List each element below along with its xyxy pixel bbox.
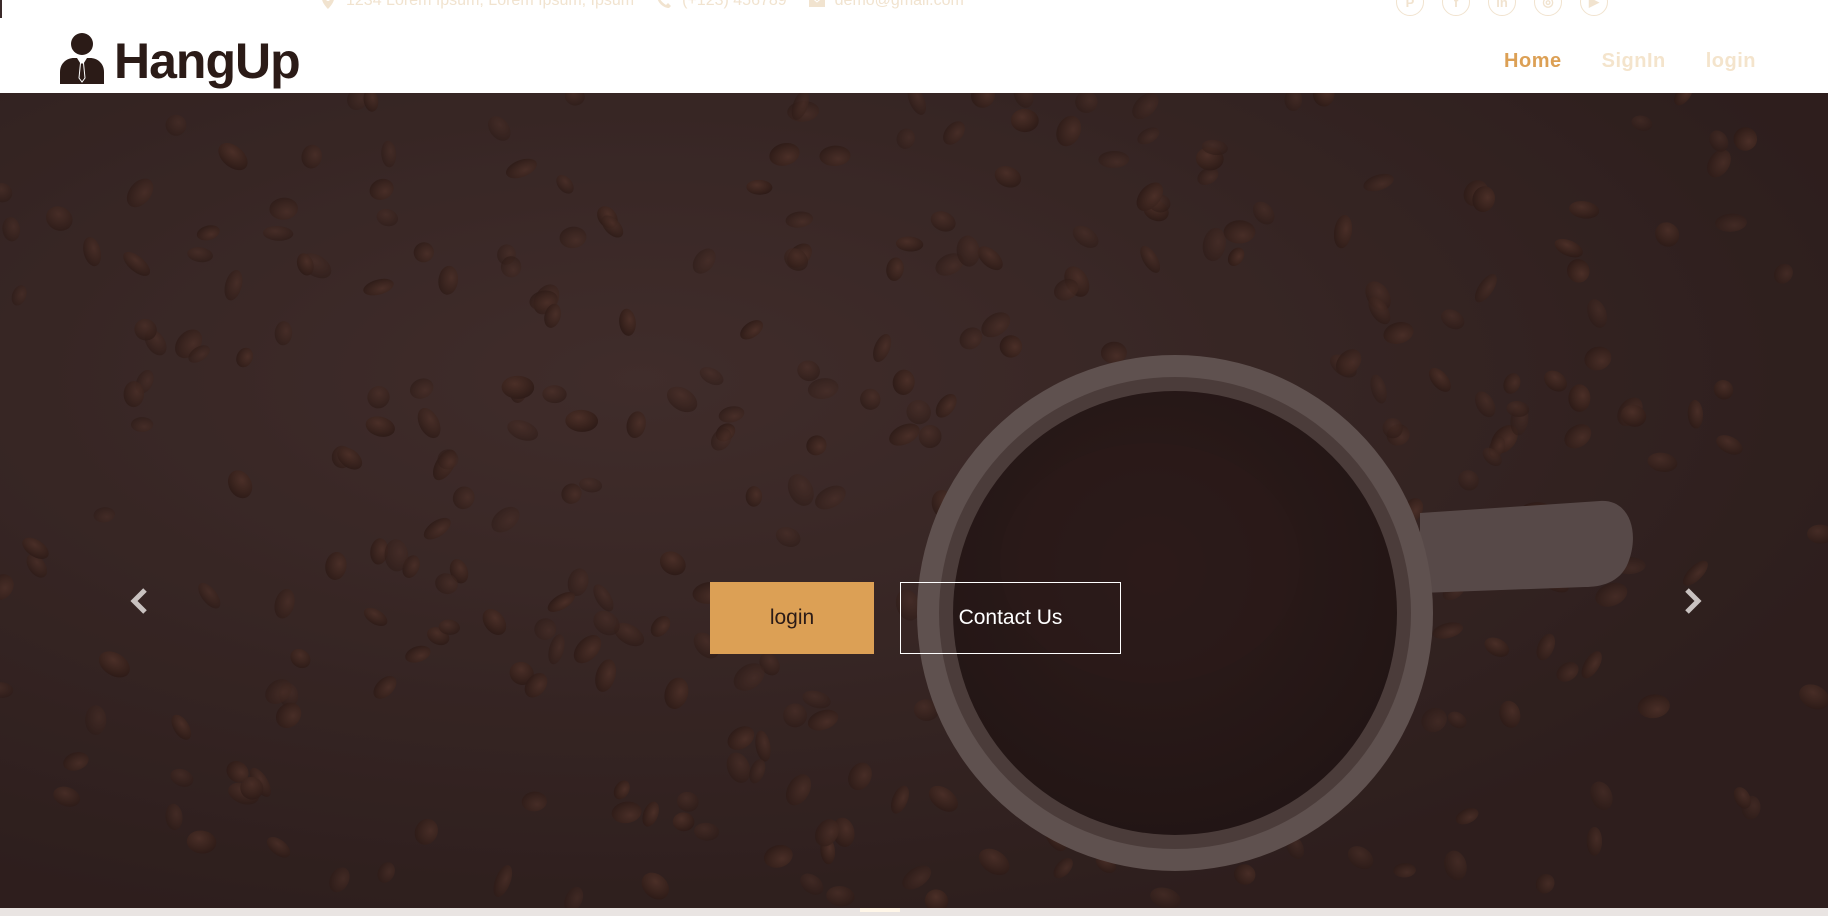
envelope-icon — [808, 0, 825, 9]
email-item: demo@gmail.com — [808, 0, 964, 10]
youtube-icon[interactable]: ▶ — [1580, 0, 1608, 16]
carousel-next-button[interactable] — [1678, 587, 1708, 619]
chevron-right-icon — [1683, 587, 1703, 619]
chevron-left-icon — [129, 587, 149, 619]
location-pin-icon — [320, 0, 336, 9]
email-text: demo@gmail.com — [834, 0, 964, 9]
businessman-icon — [58, 32, 106, 89]
main-nav: Home SignIn login — [1504, 50, 1756, 73]
address-text: 1234 Lorem Ipsum, Lorem Ipsum, Ipsum — [346, 0, 635, 9]
social-links: P f in ◎ ▶ — [1396, 0, 1608, 16]
hero-contact-button[interactable]: Contact Us — [900, 582, 1121, 654]
phone-item: (+123) 456789 — [656, 0, 787, 10]
nav-signin[interactable]: SignIn — [1602, 50, 1666, 73]
contact-info: 1234 Lorem Ipsum, Lorem Ipsum, Ipsum (+1… — [320, 0, 964, 10]
brand-name: HangUp — [114, 32, 301, 89]
hero-carousel: login Contact Us — [0, 93, 1828, 908]
nav-login[interactable]: login — [1706, 50, 1756, 73]
linkedin-icon[interactable]: in — [1488, 0, 1516, 16]
hero-overlay — [0, 93, 1828, 908]
hero-login-button[interactable]: login — [710, 582, 874, 654]
pinterest-icon[interactable]: P — [1396, 0, 1424, 16]
instagram-icon[interactable]: ◎ — [1534, 0, 1562, 16]
phone-icon — [656, 0, 672, 9]
edge-marker — [0, 0, 2, 18]
facebook-icon[interactable]: f — [1442, 0, 1470, 16]
bottom-strip — [0, 908, 1828, 916]
brand-logo-link[interactable]: HangUp — [58, 32, 301, 89]
phone-text: (+123) 456789 — [682, 0, 787, 9]
carousel-prev-button[interactable] — [124, 587, 154, 619]
site-header: HangUp Home SignIn login — [0, 18, 1828, 93]
address-item: 1234 Lorem Ipsum, Lorem Ipsum, Ipsum — [320, 0, 634, 10]
nav-home[interactable]: Home — [1504, 50, 1562, 73]
bottom-strip-tab — [860, 908, 900, 912]
top-info-bar: 1234 Lorem Ipsum, Lorem Ipsum, Ipsum (+1… — [0, 0, 1828, 18]
